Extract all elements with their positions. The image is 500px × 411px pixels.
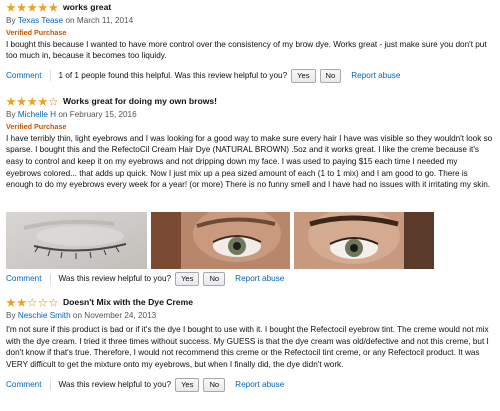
- star-filled-icon: [27, 96, 37, 106]
- star-filled-icon: [6, 96, 16, 106]
- comment-link[interactable]: Comment: [6, 273, 42, 285]
- helpful-count: 1 of 1 people found this helpful.: [58, 71, 173, 81]
- photo-eye-brows-after[interactable]: [294, 212, 434, 269]
- star-filled-icon: [16, 297, 27, 307]
- no-button[interactable]: No: [203, 272, 226, 286]
- by-label: By: [6, 109, 16, 119]
- by-label: By: [6, 310, 16, 320]
- photo-eye-brows-before[interactable]: [151, 212, 290, 269]
- star-empty-icon: [48, 297, 59, 307]
- review-header: Works great for doing my own brows!: [6, 96, 494, 108]
- yes-button[interactable]: Yes: [175, 272, 200, 286]
- star-rating: [6, 96, 59, 107]
- author-link[interactable]: Michelle H: [18, 109, 56, 121]
- star-rating: [6, 2, 59, 13]
- star-filled-icon: [27, 2, 37, 12]
- report-abuse-link[interactable]: Report abuse: [351, 70, 400, 82]
- review-title[interactable]: Works great for doing my own brows!: [63, 96, 217, 108]
- yes-button[interactable]: Yes: [175, 377, 200, 392]
- review-2: Works great for doing my own brows! By M…: [6, 96, 494, 191]
- review-body: I have terribly thin, light eyebrows and…: [6, 133, 493, 190]
- star-filled-icon: [16, 96, 27, 106]
- by-label: By: [6, 15, 16, 25]
- star-filled-icon: [48, 2, 59, 12]
- review-date: on November 24, 2013: [72, 310, 157, 320]
- star-filled-icon: [37, 2, 48, 12]
- star-filled-icon: [37, 96, 48, 106]
- review-2-actions-wrap: Comment Was this review helpful to you? …: [6, 272, 494, 286]
- divider: [49, 273, 51, 285]
- author-link[interactable]: Texas Tease: [18, 15, 63, 27]
- review-photos: [6, 212, 438, 269]
- comment-link[interactable]: Comment: [6, 70, 42, 82]
- star-empty-icon: [48, 96, 59, 106]
- report-abuse-link[interactable]: Report abuse: [235, 273, 284, 285]
- review-title[interactable]: Doesn't Mix with the Dye Creme: [63, 297, 193, 309]
- photo-closed-eye[interactable]: [6, 212, 147, 269]
- verified-purchase-badge: Verified Purchase: [6, 28, 67, 38]
- divider: [49, 379, 51, 391]
- yes-button[interactable]: Yes: [291, 68, 316, 83]
- star-filled-icon: [16, 2, 27, 12]
- review-body: I'm not sure if this product is bad or i…: [6, 325, 489, 369]
- review-actions: Comment 1 of 1 people found this helpful…: [6, 68, 494, 83]
- author-link[interactable]: Neschie Smith: [18, 310, 71, 322]
- review-body: I bought this because I wanted to have m…: [6, 39, 487, 61]
- star-rating: [6, 297, 59, 308]
- divider: [49, 70, 51, 82]
- review-actions: Comment Was this review helpful to you? …: [6, 272, 494, 286]
- verified-purchase-badge: Verified Purchase: [6, 122, 67, 132]
- review-date: on February 15, 2016: [58, 109, 137, 119]
- review-header: works great: [6, 2, 494, 14]
- review-header: Doesn't Mix with the Dye Creme: [6, 297, 494, 309]
- review-byline: By Neschie Smith on November 24, 2013: [6, 310, 494, 322]
- star-filled-icon: [6, 297, 16, 307]
- helpful-question: Was this review helpful to you?: [58, 379, 172, 389]
- no-button[interactable]: No: [203, 377, 226, 392]
- no-button[interactable]: No: [319, 68, 342, 83]
- helpful-question: Was this review helpful to you?: [58, 274, 172, 284]
- star-empty-icon: [27, 297, 37, 307]
- review-3: Doesn't Mix with the Dye Creme By Neschi…: [6, 297, 494, 392]
- review-date: on March 11, 2014: [65, 15, 134, 25]
- review-byline: By Michelle H on February 15, 2016: [6, 109, 494, 121]
- review-actions: Comment Was this review helpful to you? …: [6, 377, 494, 392]
- star-empty-icon: [37, 297, 48, 307]
- review-title[interactable]: works great: [63, 2, 111, 14]
- comment-link[interactable]: Comment: [6, 379, 42, 391]
- helpful-question: Was this review helpful to you?: [174, 71, 288, 81]
- review-1: works great By Texas Tease on March 11, …: [6, 2, 494, 83]
- review-byline: By Texas Tease on March 11, 2014: [6, 15, 494, 27]
- star-filled-icon: [6, 2, 16, 12]
- report-abuse-link[interactable]: Report abuse: [235, 379, 284, 391]
